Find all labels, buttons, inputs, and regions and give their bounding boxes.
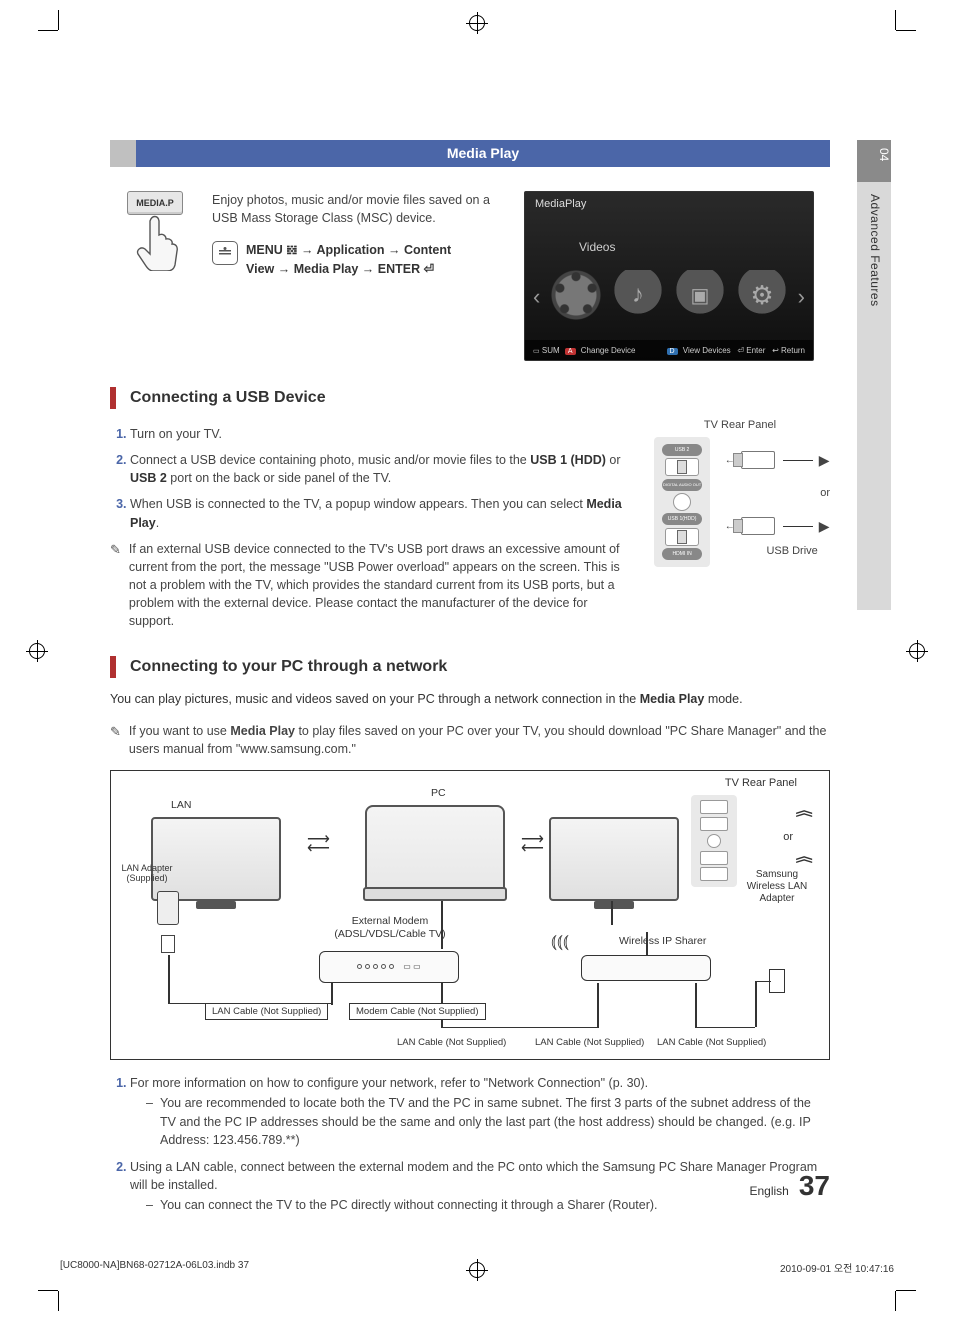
shot-enter: ⏎ Enter <box>737 346 765 355</box>
usb-steps: Turn on your TV. Connect a USB device co… <box>110 425 634 532</box>
net-step-1-sub: You are recommended to locate both the T… <box>146 1094 830 1150</box>
port-label-audio: DIGITAL AUDIO OUT <box>662 479 702 491</box>
bidir-arrow-icon: ⟶⟵ <box>521 835 544 854</box>
port-label-usb1: USB 1(HDD) <box>662 513 702 525</box>
registration-mark <box>466 12 488 34</box>
cable-label: LAN Cable (Not Supplied) <box>529 1035 650 1050</box>
usb-port-icon <box>665 528 699 546</box>
net-step-1: For more information on how to configure… <box>130 1074 830 1150</box>
menu-path-line2: View → Media Play → ENTER ⏎ <box>246 262 434 276</box>
page-language: English <box>749 1184 788 1198</box>
cable-label: LAN Cable (Not Supplied) <box>391 1035 512 1050</box>
photos-thumb-icon <box>675 270 725 320</box>
router-icon <box>581 955 711 981</box>
pc-heading: Connecting to your PC through a network <box>130 658 447 676</box>
hand-icon <box>128 213 182 271</box>
tv-rear-label: TV Rear Panel <box>725 777 797 789</box>
cable-label: LAN Cable (Not Supplied) <box>205 1003 328 1020</box>
print-filename: [UC8000-NA]BN68-02712A-06L03.indb 37 <box>60 1260 249 1275</box>
or-label: or <box>820 487 830 499</box>
pc-note: If you want to use Media Play to play fi… <box>129 722 830 758</box>
page-number: 37 <box>799 1170 830 1202</box>
mediap-key-label: MEDIA.P <box>127 191 183 215</box>
menu-path: MENU 𝍌 → Application → Content View → Me… <box>246 241 451 279</box>
rear-panel-caption: TV Rear Panel <box>650 419 830 431</box>
menu-path-line1: MENU 𝍌 → Application → Content <box>246 243 451 257</box>
tv-icon <box>151 817 281 901</box>
registration-mark <box>906 640 928 662</box>
usb-step-3: When USB is connected to the TV, a popup… <box>130 495 634 531</box>
mini-rear-panel <box>691 795 737 887</box>
shot-footer-right: D View Devices ⏎ Enter ↩ Return <box>664 346 806 355</box>
music-thumb-icon <box>613 270 663 320</box>
usb-port-icon <box>665 458 699 476</box>
audio-port-icon <box>673 493 691 511</box>
bidir-arrow-icon: ⟶⟵ <box>307 835 330 854</box>
registration-mark <box>26 640 48 662</box>
port-label-hdmi: HDMI IN <box>662 548 702 560</box>
samsung-wlan-label: Samsung Wireless LAN Adapter <box>737 869 817 905</box>
shot-tab: Videos <box>579 240 615 254</box>
menu-button-icon <box>212 241 238 265</box>
shot-return: ↩ Return <box>772 346 805 355</box>
cable-label: LAN Cable (Not Supplied) <box>651 1035 772 1050</box>
pc-label: PC <box>431 787 446 799</box>
arrow-right-icon: › <box>798 284 805 310</box>
chapter-number: 04 <box>867 148 891 161</box>
rear-panel-figure: TV Rear Panel USB 2 DIGITAL AUDIO OUT US… <box>650 419 830 630</box>
lan-label: LAN <box>171 799 191 811</box>
shot-view-devices: View Devices <box>683 346 731 355</box>
usb-drive-icon <box>741 517 775 535</box>
section-banner-title: Media Play <box>447 145 519 161</box>
settings-thumb-icon <box>737 270 787 320</box>
badge-a: A <box>565 348 576 355</box>
modem-icon: ▭ ▭ <box>319 951 459 983</box>
tv-icon <box>549 817 679 901</box>
network-diagram: LAN LAN Adapter (Supplied) PC TV Rear Pa… <box>110 770 830 1060</box>
modem-label: External Modem (ADSL/VDSL/Cable TV) <box>315 915 465 942</box>
shot-title: MediaPlay <box>535 198 586 210</box>
section-marker <box>110 656 116 678</box>
print-timestamp: 2010-09-01 오전 10:47:16 <box>780 1260 894 1275</box>
note-icon: ✎ <box>110 723 121 758</box>
section-banner: Media Play <box>110 140 830 167</box>
wifi-icon: ⟫ <box>793 854 814 864</box>
note-icon: ✎ <box>110 541 121 631</box>
chapter-label: Advanced Features <box>868 194 882 307</box>
videos-thumb-icon <box>551 270 601 320</box>
badge-d: D <box>667 348 678 355</box>
mediaplay-screenshot: MediaPlay Videos ‹ › ▭ SUM A Change Devi… <box>524 191 814 361</box>
section-marker <box>110 387 116 409</box>
lan-plug-icon <box>161 935 175 953</box>
shot-change-device: Change Device <box>581 346 636 355</box>
arrow-left-icon: ‹ <box>533 284 540 310</box>
usb-drive-label: USB Drive <box>754 545 830 557</box>
sharer-label: Wireless IP Sharer <box>619 935 706 947</box>
usb-heading: Connecting a USB Device <box>130 389 326 407</box>
wifi-waves-icon: ⦅⦅⦅ <box>551 931 569 952</box>
remote-mediap-illustration: MEDIA.P <box>120 191 190 276</box>
usb-step-2: Connect a USB device containing photo, m… <box>130 451 634 487</box>
wifi-icon: ⟫ <box>793 808 814 818</box>
usb-step-1: Turn on your TV. <box>130 425 634 443</box>
or-label: or <box>783 831 793 843</box>
port-label-usb2: USB 2 <box>662 444 702 456</box>
usb-drive-icon <box>741 451 775 469</box>
pc-intro: You can play pictures, music and videos … <box>110 690 830 709</box>
chapter-tab: 04 Advanced Features <box>857 140 891 610</box>
cable-label: Modem Cable (Not Supplied) <box>349 1003 486 1020</box>
wlan-adapter-icon <box>769 969 785 993</box>
shot-sum-label: SUM <box>542 346 560 355</box>
usb-note: If an external USB device connected to t… <box>129 540 634 631</box>
lan-adapter-label: LAN Adapter (Supplied) <box>117 863 177 883</box>
shot-footer-left: ▭ SUM A Change Device <box>533 346 635 355</box>
intro-description: Enjoy photos, music and/or movie files s… <box>212 191 502 227</box>
lan-adapter-icon <box>157 891 179 925</box>
pc-icon <box>365 805 505 893</box>
